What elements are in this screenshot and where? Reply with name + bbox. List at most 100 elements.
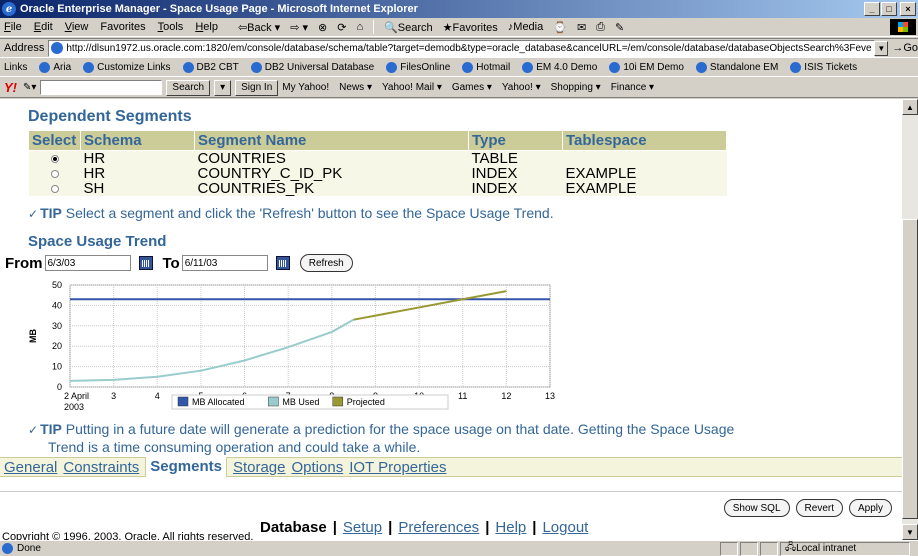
close-button[interactable]: × (900, 2, 916, 16)
mail-icon[interactable]: ✉ (577, 21, 586, 34)
menu-edit[interactable]: Edit (34, 21, 53, 33)
link-customize-links[interactable]: Customize Links (83, 62, 171, 73)
favorites-button[interactable]: ★Favorites (443, 21, 498, 34)
tab-constraints[interactable]: Constraints (63, 459, 139, 476)
yahoo-finance[interactable]: Finance ▾ (611, 82, 654, 93)
scroll-down-icon[interactable]: ▼ (902, 524, 918, 540)
search-button-label: Search (397, 21, 433, 34)
forward-button[interactable]: ⇨ ▾ (290, 21, 308, 34)
tab-general[interactable]: General (4, 459, 57, 476)
link-10i-em-demo[interactable]: 10i EM Demo (609, 62, 684, 73)
yahoo-pencil-icon[interactable]: ✎▾ (23, 82, 36, 93)
page-content: Dependent Segments Select Schema Segment… (0, 99, 902, 540)
yahoo-logo-icon[interactable]: Y! (4, 80, 17, 95)
tab-segments[interactable]: Segments (145, 457, 227, 477)
refresh-button[interactable]: Refresh (299, 254, 353, 272)
tab-options[interactable]: Options (292, 459, 344, 476)
to-calendar-icon[interactable] (275, 256, 290, 270)
page-icon (522, 62, 534, 73)
select-cell (28, 166, 81, 181)
page-icon (2, 543, 13, 554)
type-cell: INDEX (468, 181, 563, 196)
history-icon[interactable]: ⌚ (553, 21, 567, 34)
link-db2-cbt[interactable]: DB2 CBT (182, 62, 239, 73)
address-input[interactable]: http://dlsun1972.us.oracle.com:1820/em/c… (48, 39, 876, 57)
revert-button[interactable]: Revert (795, 499, 843, 517)
scroll-up-icon[interactable]: ▲ (902, 99, 918, 115)
to-date-input[interactable]: 6/11/03 (181, 255, 268, 271)
edit-icon[interactable]: ✎ (615, 21, 624, 34)
menu-view[interactable]: View (65, 21, 89, 33)
table-row: HR COUNTRIES TABLE (28, 150, 727, 166)
segment-radio[interactable] (50, 170, 59, 178)
toolbar-separator (373, 20, 375, 34)
from-calendar-icon[interactable] (138, 256, 153, 270)
yahoo-games[interactable]: Games ▾ (452, 82, 492, 93)
segment-radio[interactable] (50, 185, 59, 193)
plot-area (69, 284, 551, 388)
legend-label: Projected (347, 397, 385, 407)
address-bar: Address http://dlsun1972.us.oracle.com:1… (0, 38, 918, 58)
link-isis-tickets[interactable]: ISIS Tickets (790, 62, 857, 73)
link-db2-universal[interactable]: DB2 Universal Database (250, 62, 374, 73)
y-tick-label: 50 (52, 280, 62, 290)
yahoo-my-yahoo[interactable]: My Yahoo! (282, 82, 329, 93)
window-title: Oracle Enterprise Manager - Space Usage … (20, 3, 418, 15)
link-hotmail[interactable]: Hotmail (462, 62, 510, 73)
minimize-button[interactable]: _ (864, 2, 880, 16)
media-button[interactable]: ♪Media (508, 21, 543, 33)
y-axis-label: MB (28, 329, 38, 343)
link-em40-demo[interactable]: EM 4.0 Demo (522, 62, 597, 73)
x-tick-label: 3 (111, 391, 116, 401)
footer-preferences-link[interactable]: Preferences (398, 519, 479, 536)
show-sql-button[interactable]: Show SQL (723, 499, 790, 517)
yahoo-shopping[interactable]: Shopping ▾ (551, 82, 601, 93)
apply-button[interactable]: Apply (848, 499, 892, 517)
scroll-thumb[interactable] (902, 219, 918, 519)
back-button[interactable]: ⇦Back ▾ (238, 21, 280, 34)
tab-iot-properties[interactable]: IOT Properties (349, 459, 446, 476)
footer-logout-link[interactable]: Logout (542, 519, 588, 536)
yahoo-search-button[interactable]: Search (166, 79, 211, 96)
search-button[interactable]: 🔍Search (384, 21, 433, 34)
link-label: EM 4.0 Demo (536, 62, 598, 73)
link-filesonline[interactable]: FilesOnline (386, 62, 450, 73)
windows-logo-icon (890, 19, 916, 35)
footer-setup-link[interactable]: Setup (343, 519, 382, 536)
print-icon[interactable]: ⎙ (596, 21, 605, 34)
ie-icon: e (2, 2, 16, 16)
yahoo-news[interactable]: News ▾ (339, 82, 372, 93)
menu-favorites[interactable]: Favorites (100, 21, 145, 33)
yahoo-search-dropdown-icon[interactable]: ▾ (214, 79, 232, 96)
refresh-icon[interactable]: ⟳ (337, 21, 346, 34)
favorites-icon: ★ (442, 21, 453, 34)
vertical-scrollbar[interactable]: ▲ ▼ (902, 99, 918, 540)
menu-help[interactable]: Help (195, 21, 218, 33)
menu-edit-label: dit (41, 21, 53, 33)
menu-tools[interactable]: Tools (158, 21, 184, 33)
link-label: Standalone EM (709, 62, 779, 73)
yahoo-yahoo[interactable]: Yahoo! ▾ (502, 82, 541, 93)
home-icon[interactable]: ⌂ (356, 21, 363, 33)
footer-help-link[interactable]: Help (495, 519, 526, 536)
link-standalone-em[interactable]: Standalone EM (695, 62, 779, 73)
address-label: Address (4, 42, 45, 54)
to-label: To (162, 254, 180, 272)
maximize-button[interactable]: □ (881, 2, 897, 16)
address-dropdown-icon[interactable]: ▼ (874, 40, 889, 56)
yahoo-mail[interactable]: Yahoo! Mail ▾ (382, 82, 442, 93)
select-cell (28, 181, 81, 196)
tab-storage[interactable]: Storage (233, 459, 286, 476)
segment-radio[interactable] (50, 155, 59, 163)
footer-separator: | (388, 519, 393, 536)
yahoo-search-input[interactable] (40, 80, 163, 95)
page-icon (609, 62, 621, 73)
menu-edit-accel: E (33, 21, 42, 33)
link-aria[interactable]: Aria (39, 62, 71, 73)
yahoo-signin-button[interactable]: Sign In (235, 79, 279, 96)
menu-file[interactable]: File (4, 21, 22, 33)
from-date-input[interactable]: 6/3/03 (44, 255, 131, 271)
stop-icon[interactable]: ⊗ (318, 21, 327, 34)
col-select: Select (28, 130, 81, 151)
go-button[interactable]: →Go (892, 42, 918, 54)
